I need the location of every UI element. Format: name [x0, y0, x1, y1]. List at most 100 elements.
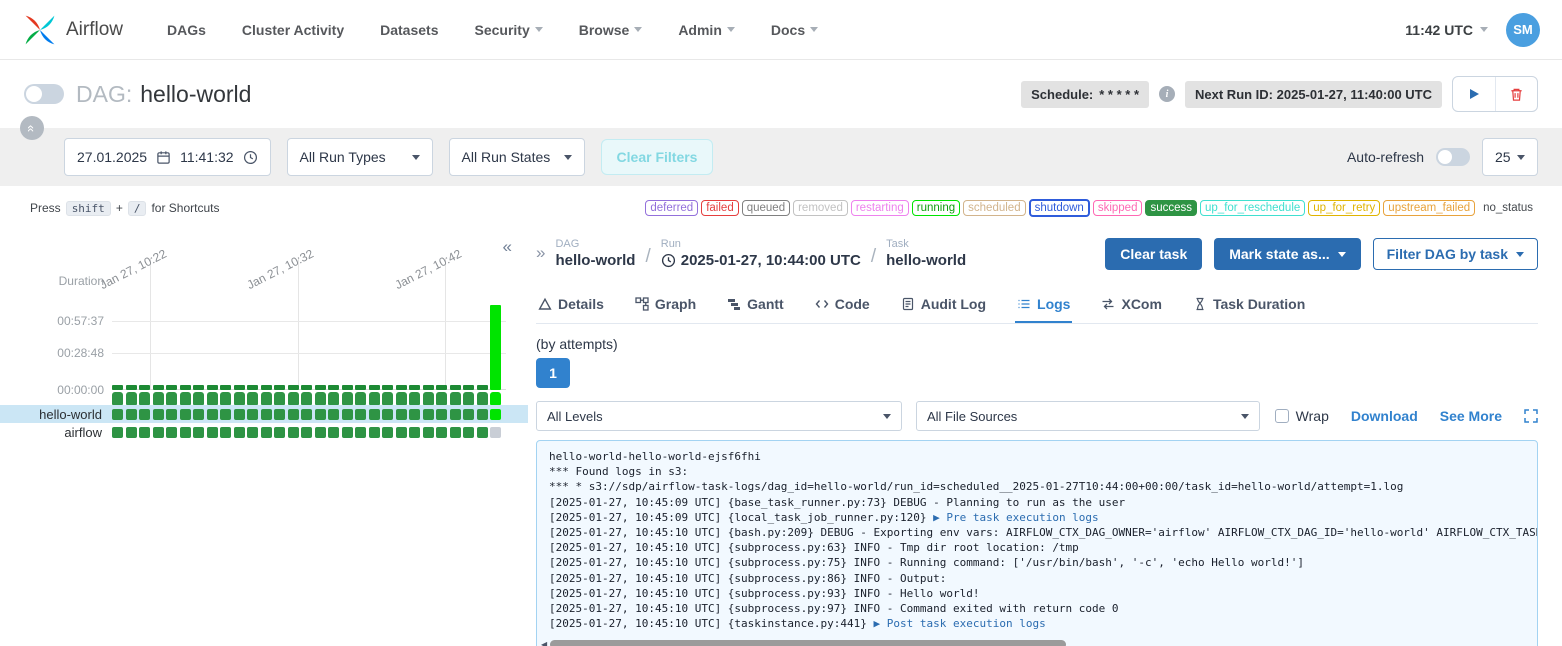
- task-instance-success[interactable]: [396, 392, 407, 405]
- duration-bar[interactable]: [261, 385, 272, 390]
- task-instance-success[interactable]: [247, 427, 258, 438]
- duration-bar[interactable]: [112, 385, 123, 390]
- task-instance-success[interactable]: [139, 392, 150, 405]
- task-instance-success[interactable]: [315, 427, 326, 438]
- status-badge-up-for-retry[interactable]: up_for_retry: [1308, 200, 1380, 216]
- task-instance-success[interactable]: [166, 409, 177, 420]
- nav-item-admin[interactable]: Admin: [678, 22, 735, 38]
- task-instance-success[interactable]: [355, 427, 366, 438]
- duration-bar[interactable]: [153, 385, 164, 390]
- task-instance-success[interactable]: [126, 392, 137, 405]
- duration-bar[interactable]: [126, 385, 137, 390]
- nav-item-browse[interactable]: Browse: [579, 22, 643, 38]
- duration-bar[interactable]: [234, 385, 245, 390]
- duration-bar[interactable]: [436, 385, 447, 390]
- task-instance-success[interactable]: [139, 409, 150, 420]
- status-badge-up-for-reschedule[interactable]: up_for_reschedule: [1200, 200, 1305, 216]
- task-instance-success[interactable]: [436, 392, 447, 405]
- duration-bar[interactable]: [396, 385, 407, 390]
- task-instance-success[interactable]: [450, 392, 461, 405]
- delete-dag-button[interactable]: [1495, 77, 1537, 111]
- tab-details[interactable]: Details: [536, 286, 606, 323]
- grid-row-hello-world[interactable]: hello-world: [0, 405, 528, 423]
- trigger-dag-button[interactable]: [1453, 77, 1495, 111]
- task-instance-success[interactable]: [436, 427, 447, 438]
- task-instance-success[interactable]: [112, 409, 123, 420]
- breadcrumb-run-value[interactable]: 2025-01-27, 10:44:00 UTC: [661, 252, 861, 269]
- tab-graph[interactable]: Graph: [633, 286, 698, 323]
- status-badge-upstream-failed[interactable]: upstream_failed: [1383, 200, 1475, 216]
- wrap-checkbox[interactable]: [1275, 409, 1289, 423]
- brand[interactable]: Airflow: [22, 12, 123, 48]
- task-instance-success[interactable]: [369, 409, 380, 420]
- task-instance-success[interactable]: [207, 427, 218, 438]
- duration-bar[interactable]: [207, 385, 218, 390]
- task-instance-success[interactable]: [450, 409, 461, 420]
- task-instance-success[interactable]: [328, 427, 339, 438]
- task-instance-success[interactable]: [274, 409, 285, 420]
- page-size-select[interactable]: 25: [1482, 138, 1538, 176]
- task-instance-success[interactable]: [409, 392, 420, 405]
- task-instance-success[interactable]: [477, 427, 488, 438]
- task-instance-success[interactable]: [274, 392, 285, 405]
- status-badge-deferred[interactable]: deferred: [645, 200, 698, 216]
- status-badge-restarting[interactable]: restarting: [851, 200, 909, 216]
- task-instance-success[interactable]: [382, 409, 393, 420]
- status-badge-no-status[interactable]: no_status: [1478, 200, 1538, 216]
- status-badge-shutdown[interactable]: shutdown: [1029, 199, 1090, 217]
- duration-bar[interactable]: [301, 385, 312, 390]
- nav-item-dags[interactable]: DAGs: [167, 22, 206, 38]
- run-types-select[interactable]: All Run Types: [287, 138, 433, 176]
- status-badge-queued[interactable]: queued: [742, 200, 790, 216]
- task-instance-success[interactable]: [477, 409, 488, 420]
- filter-dag-button[interactable]: Filter DAG by task: [1373, 238, 1538, 270]
- task-instance-success[interactable]: [423, 392, 434, 405]
- task-instance-success[interactable]: [126, 427, 137, 438]
- task-instance-success[interactable]: [477, 392, 488, 405]
- task-instance-success[interactable]: [193, 427, 204, 438]
- task-instance-success[interactable]: [234, 392, 245, 405]
- log-level-select[interactable]: All Levels: [536, 401, 902, 431]
- duration-bar[interactable]: [490, 305, 501, 390]
- base-date-input[interactable]: 27.01.2025 11:41:32: [64, 138, 271, 176]
- duration-bar[interactable]: [220, 385, 231, 390]
- tab-task-duration[interactable]: Task Duration: [1191, 286, 1307, 323]
- task-instance-success[interactable]: [153, 392, 164, 405]
- status-badge-scheduled[interactable]: scheduled: [963, 200, 1025, 216]
- task-instance-success[interactable]: [288, 392, 299, 405]
- status-badge-success[interactable]: success: [1145, 200, 1197, 216]
- log-link[interactable]: ▶ Post task execution logs: [874, 617, 1046, 630]
- duration-bar[interactable]: [328, 385, 339, 390]
- task-instance-success[interactable]: [112, 427, 123, 438]
- task-instance-success[interactable]: [153, 427, 164, 438]
- task-instance-success[interactable]: [342, 409, 353, 420]
- task-instance-success[interactable]: [423, 409, 434, 420]
- duration-bar[interactable]: [423, 385, 434, 390]
- duration-bar[interactable]: [315, 385, 326, 390]
- dag-pause-toggle[interactable]: [24, 84, 64, 104]
- task-instance-success[interactable]: [261, 427, 272, 438]
- task-instance-success[interactable]: [207, 409, 218, 420]
- task-instance-success[interactable]: [288, 427, 299, 438]
- duration-bar[interactable]: [247, 385, 258, 390]
- task-instance-success[interactable]: [193, 409, 204, 420]
- task-instance-success[interactable]: [328, 409, 339, 420]
- task-instance-success[interactable]: [234, 409, 245, 420]
- tab-audit-log[interactable]: Audit Log: [899, 286, 988, 323]
- download-link[interactable]: Download: [1351, 408, 1418, 424]
- task-instance-success[interactable]: [207, 392, 218, 405]
- clear-task-button[interactable]: Clear task: [1105, 238, 1202, 270]
- task-instance-success[interactable]: [288, 409, 299, 420]
- task-instance-success[interactable]: [436, 409, 447, 420]
- nav-item-cluster-activity[interactable]: Cluster Activity: [242, 22, 344, 38]
- mark-state-button[interactable]: Mark state as...: [1214, 238, 1360, 270]
- task-instance-success[interactable]: [247, 409, 258, 420]
- task-instance-success[interactable]: [126, 409, 137, 420]
- status-badge-skipped[interactable]: skipped: [1093, 200, 1143, 216]
- nav-item-docs[interactable]: Docs: [771, 22, 818, 38]
- fullscreen-icon[interactable]: [1524, 409, 1538, 423]
- tab-gantt[interactable]: Gantt: [725, 286, 786, 323]
- scroll-left-icon[interactable]: ◀: [541, 640, 547, 646]
- task-instance-success[interactable]: [315, 392, 326, 405]
- duration-bar[interactable]: [382, 385, 393, 390]
